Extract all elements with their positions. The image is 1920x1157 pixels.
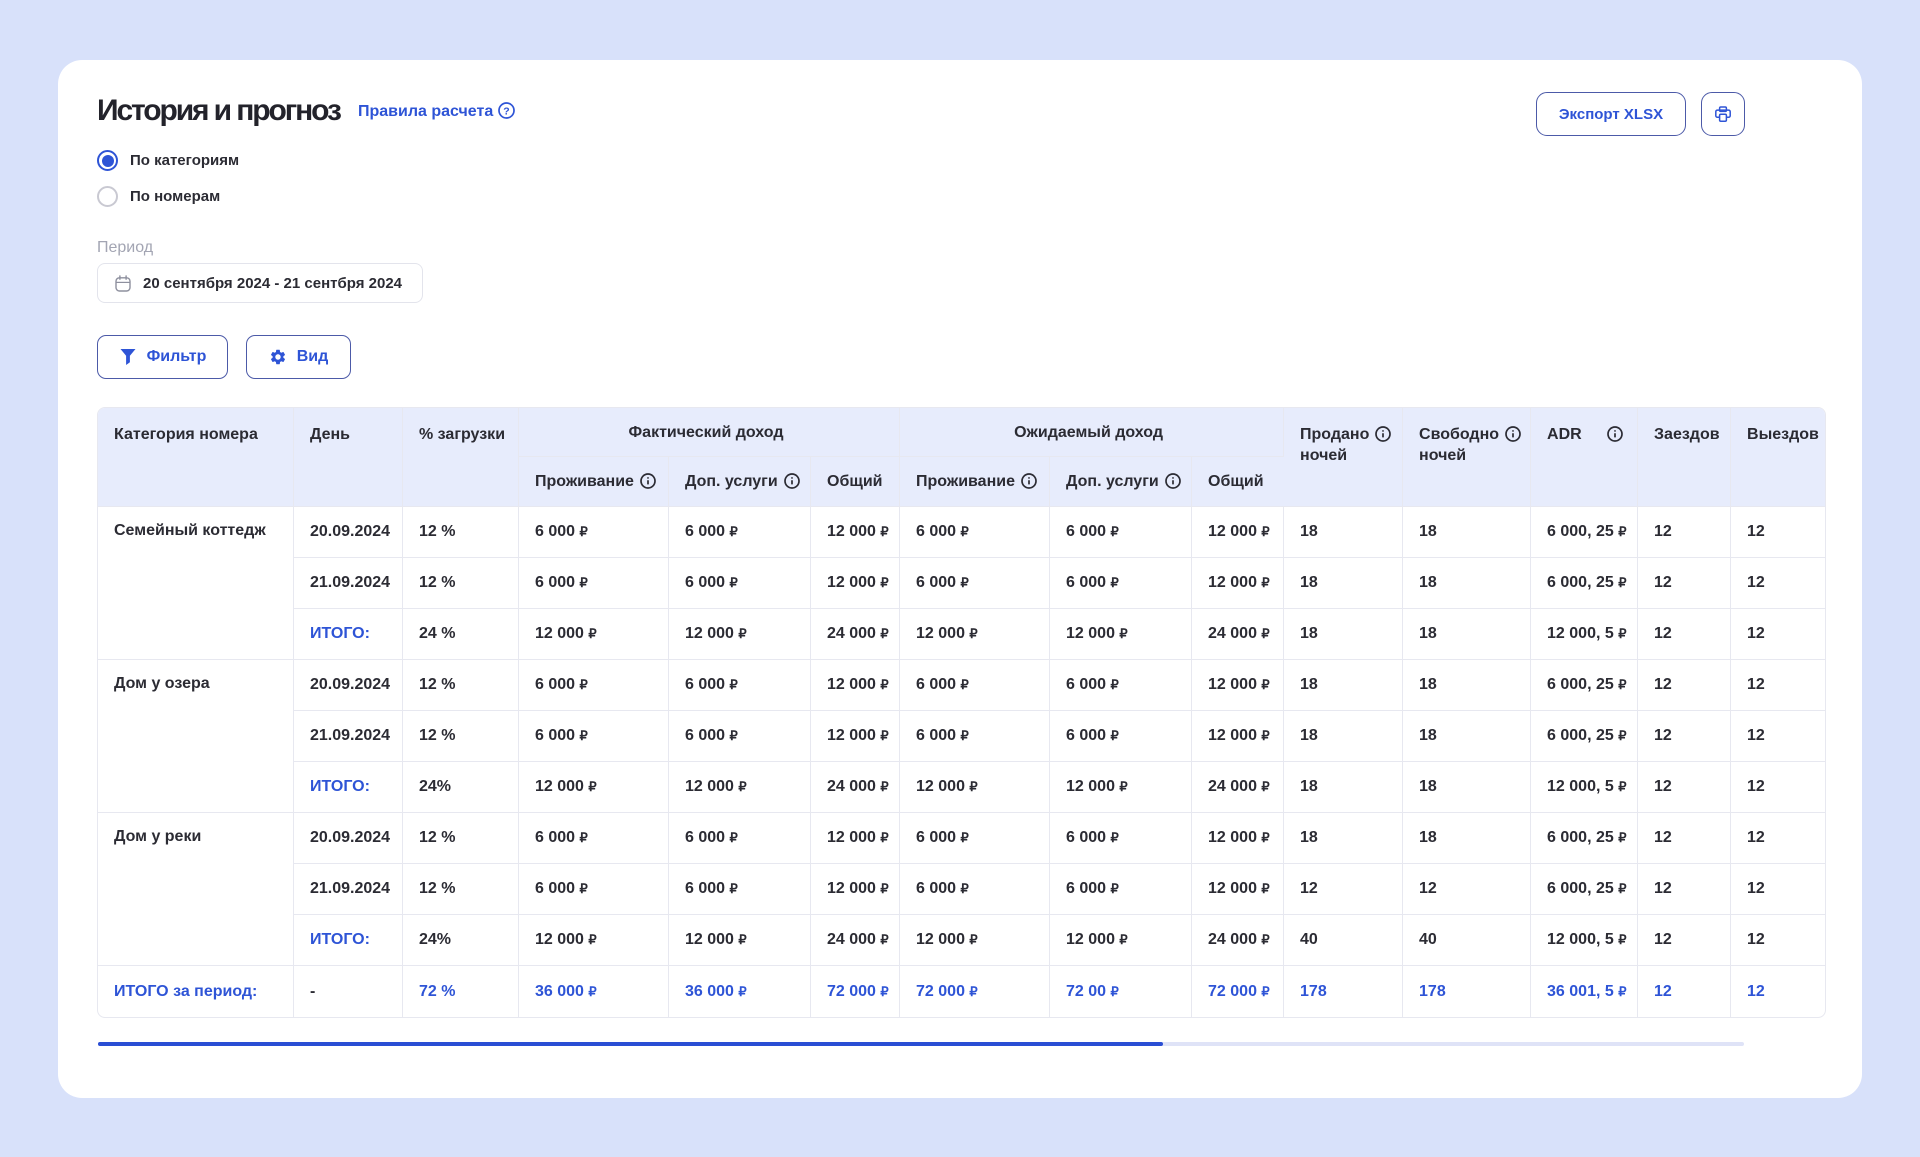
- svg-text:?: ?: [504, 105, 510, 117]
